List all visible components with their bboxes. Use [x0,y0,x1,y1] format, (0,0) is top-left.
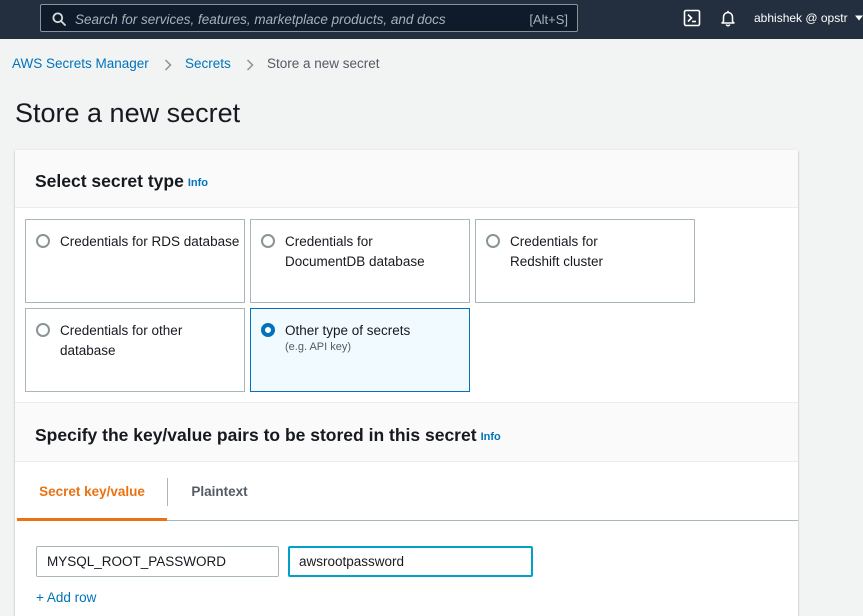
secret-key-input[interactable] [36,546,279,577]
secret-format-tabs: Secret key/value Plaintext [17,462,798,521]
kv-section-heading-text: Specify the key/value pairs to be stored… [35,425,477,445]
cloudshell-icon[interactable] [683,9,701,27]
top-navigation-bar: Search for services, features, marketpla… [0,0,863,39]
radio-button[interactable] [261,234,275,248]
kv-section-info-link[interactable]: Info [481,431,501,443]
option-description: (e.g. API key) [285,341,352,353]
radio-button-selected[interactable] [261,323,275,337]
tab-secret-key-value[interactable]: Secret key/value [17,462,167,521]
breadcrumb-current: Store a new secret [267,56,380,71]
secret-type-option-documentdb[interactable]: Credentials for DocumentDB database [250,219,470,303]
option-label: Credentials for other database [60,323,183,358]
breadcrumb-secrets-link[interactable]: Secrets [185,56,231,71]
breadcrumb-secrets-manager-link[interactable]: AWS Secrets Manager [12,56,149,71]
page-title: Store a new secret [15,98,241,128]
global-search[interactable]: Search for services, features, marketpla… [40,4,578,32]
store-secret-container: Select secret type Info Credentials for R… [15,150,798,616]
secret-type-option-other-database[interactable]: Credentials for other database [25,308,245,392]
secret-type-header: Select secret type Info [15,150,798,208]
option-label: Credentials for Redshift cluster [510,234,604,269]
add-row-button[interactable]: + Add row [36,590,96,605]
secret-type-heading: Select secret type Info [35,171,208,192]
radio-button[interactable] [486,234,500,248]
kv-section-heading: Specify the key/value pairs to be stored… [35,425,501,446]
secret-type-option-redshift[interactable]: Credentials for Redshift cluster [475,219,695,303]
option-label: Credentials for RDS database [60,234,240,249]
radio-button[interactable] [36,323,50,337]
search-input-placeholder[interactable]: Search for services, features, marketpla… [75,12,446,27]
secret-type-option-rds[interactable]: Credentials for RDS database [25,219,245,303]
chevron-right-icon [164,59,172,71]
radio-button[interactable] [36,234,50,248]
caret-down-icon[interactable] [855,14,863,22]
secret-type-heading-text: Select secret type [35,171,184,191]
chevron-right-icon [246,59,254,71]
secret-type-info-link[interactable]: Info [188,177,208,189]
option-label: Credentials for DocumentDB database [285,234,425,269]
secret-value-input[interactable] [288,546,533,577]
kv-section-header: Specify the key/value pairs to be stored… [15,402,798,462]
account-menu-label[interactable]: abhishek @ opstr [754,11,848,25]
tab-plaintext[interactable]: Plaintext [167,462,272,521]
secret-type-option-other-secrets[interactable]: Other type of secrets (e.g. API key) [250,308,470,392]
search-shortcut-hint: [Alt+S] [529,12,568,27]
option-label: Other type of secrets [285,323,411,338]
search-icon [52,12,66,26]
bell-icon[interactable] [719,9,737,27]
